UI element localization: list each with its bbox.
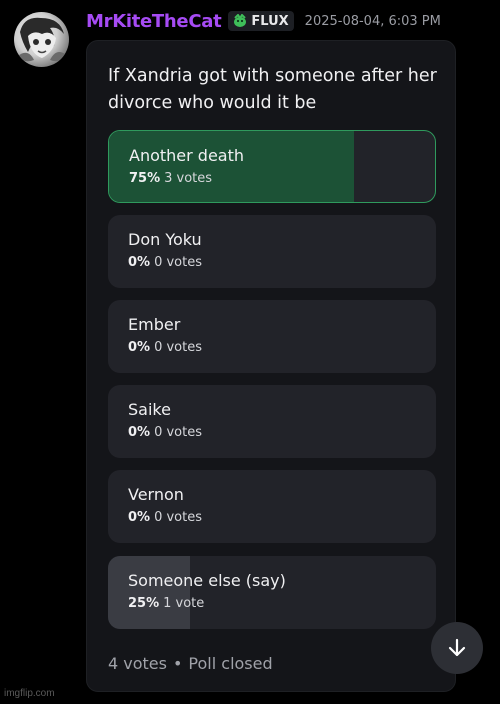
arrow-down-icon (448, 638, 466, 657)
poll-total-votes[interactable]: 4 votes (108, 654, 167, 673)
timestamp[interactable]: 2025-08-04, 6:03 PM (305, 14, 441, 29)
poll-option-percent: 0% (128, 340, 151, 355)
poll-option-label: Ember (128, 315, 181, 334)
jump-to-bottom-button[interactable] (431, 622, 483, 674)
poll-option[interactable]: Another death 75% 3 votes (108, 130, 436, 203)
leaf-icon (234, 14, 247, 27)
message-header: MrKiteTheCat FLUX 2025-08-04, 6:03 PM (86, 8, 441, 34)
watermark: imgflip.com (4, 688, 55, 699)
poll-option-content: Don Yoku 0% 0 votes (128, 229, 424, 271)
poll-option-votes: 0 votes (154, 340, 202, 355)
poll-option[interactable]: Ember 0% 0 votes (108, 300, 436, 373)
poll-option-content: Someone else (say) 25% 1 vote (128, 570, 424, 612)
poll-option-label: Saike (128, 400, 171, 419)
poll-option-content: Vernon 0% 0 votes (128, 484, 424, 526)
poll-option[interactable]: Saike 0% 0 votes (108, 385, 436, 458)
poll-footer-separator: • (172, 654, 183, 673)
poll-question: If Xandria got with someone after her di… (108, 66, 437, 113)
poll-option-votes: 0 votes (154, 425, 202, 440)
poll-option-stats: 0% 0 votes (128, 339, 424, 356)
poll-option-stats: 25% 1 vote (128, 595, 424, 612)
poll-option-stats: 75% 3 votes (129, 170, 423, 187)
avatar[interactable] (14, 12, 69, 67)
poll-option-votes: 3 votes (164, 171, 213, 186)
poll-option-percent: 0% (128, 255, 151, 270)
avatar-image (18, 17, 65, 62)
poll-option-label: Another death (129, 146, 245, 165)
poll-card: If Xandria got with someone after her di… (86, 40, 456, 692)
poll-option-stats: 0% 0 votes (128, 424, 424, 441)
poll-option-stats: 0% 0 votes (128, 509, 424, 526)
poll-status: Poll closed (188, 654, 273, 673)
poll-option[interactable]: Someone else (say) 25% 1 vote (108, 556, 436, 629)
poll-option-percent: 0% (128, 425, 151, 440)
poll-option-votes: 0 votes (154, 510, 202, 525)
message-view: MrKiteTheCat FLUX 2025-08-04, 6:03 PM If… (0, 0, 500, 704)
poll-option[interactable]: Don Yoku 0% 0 votes (108, 215, 436, 288)
server-tag-label: FLUX (251, 13, 289, 29)
poll-option-label: Vernon (128, 485, 184, 504)
server-tag[interactable]: FLUX (228, 11, 294, 31)
poll-option-label: Someone else (say) (128, 571, 286, 590)
username[interactable]: MrKiteTheCat (86, 11, 222, 32)
poll-option-content: Saike 0% 0 votes (128, 399, 424, 441)
poll-option-votes: 1 vote (163, 596, 205, 611)
poll-option[interactable]: Vernon 0% 0 votes (108, 470, 436, 543)
poll-option-percent: 0% (128, 510, 151, 525)
poll-option-content: Ember 0% 0 votes (128, 314, 424, 356)
poll-option-label: Don Yoku (128, 230, 202, 249)
poll-option-percent: 75% (129, 171, 161, 186)
poll-option-percent: 25% (128, 596, 160, 611)
poll-option-stats: 0% 0 votes (128, 254, 424, 271)
poll-footer: 4 votes • Poll closed (108, 653, 273, 675)
poll-option-votes: 0 votes (154, 255, 202, 270)
poll-option-content: Another death 75% 3 votes (129, 145, 423, 187)
